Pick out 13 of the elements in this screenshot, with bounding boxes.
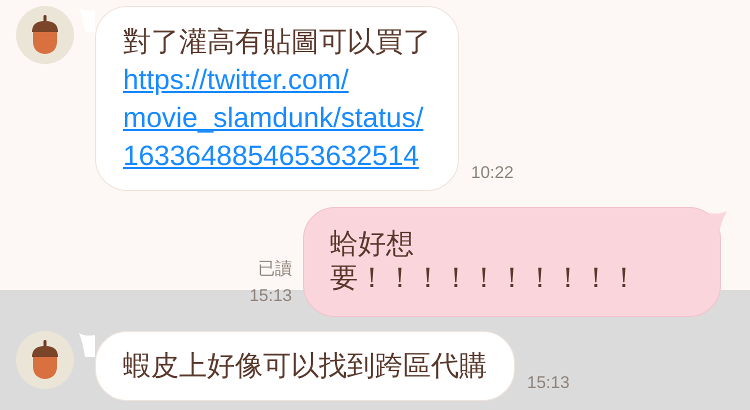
message-link[interactable]: 1633648854653632514 <box>123 137 431 175</box>
message-link[interactable]: movie_slamdunk/status/ <box>123 99 431 137</box>
message-text: 蛤好想 <box>330 227 415 261</box>
message-link[interactable]: https://twitter.com/ <box>123 61 431 99</box>
acorn-icon <box>30 340 60 380</box>
message-time: 15:13 <box>527 372 570 394</box>
message-text: 蝦皮上好像可以找到跨區代購 <box>123 349 487 383</box>
message-time: 15:13 <box>249 285 292 307</box>
message-time: 10:22 <box>471 162 514 184</box>
message-text: 要！！！！！！！！！！ <box>330 261 639 295</box>
acorn-icon <box>30 15 60 55</box>
read-status: 已讀 <box>258 258 292 280</box>
message-text: 對了灌高有貼圖可以買了 <box>123 25 431 59</box>
